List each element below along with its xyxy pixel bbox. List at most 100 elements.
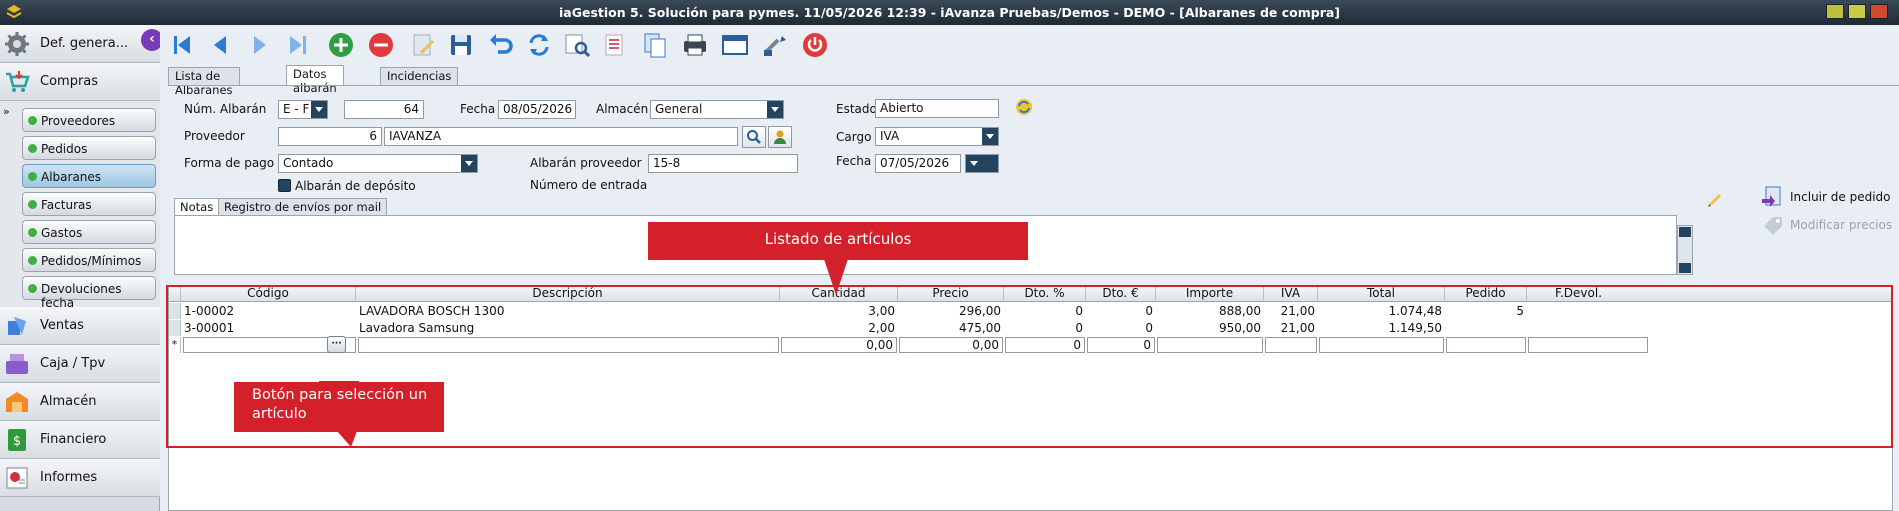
sidebar-item-proveedores[interactable]: Proveedores	[22, 108, 156, 132]
minimize-button[interactable]	[1826, 4, 1844, 19]
deposito-label: Albarán de depósito	[295, 179, 416, 193]
chevron-down-icon[interactable]	[982, 128, 998, 145]
status-dot-icon	[28, 256, 37, 265]
callout-pointer	[824, 259, 848, 295]
proveedor-label: Proveedor	[184, 129, 245, 143]
deposito-checkbox[interactable]	[278, 179, 291, 192]
serie-select[interactable]: E - F	[278, 100, 328, 119]
title-bar: iaGestion 5. Solución para pymes. 11/05/…	[0, 0, 1899, 25]
power-off-icon[interactable]	[800, 30, 830, 60]
status-dot-icon	[28, 116, 37, 125]
incluir-pedido-button[interactable]: Incluir de pedido	[1790, 190, 1891, 204]
money-icon: $	[8, 429, 26, 451]
sidebar-section-compras[interactable]: Compras	[0, 63, 160, 101]
search-icon	[747, 130, 761, 144]
tab-incidencias[interactable]: Incidencias	[380, 67, 459, 85]
proveedor-code-field[interactable]: 6	[278, 127, 382, 146]
sidebar-section-caja-tpv[interactable]: Caja / Tpv	[0, 345, 160, 383]
search-proveedor-button[interactable]	[742, 126, 766, 148]
numero-field[interactable]: 64	[344, 100, 424, 119]
tab-lista-albaranes[interactable]: Lista de Albaranes	[168, 67, 240, 97]
sidebar-item-pedidos-minimos[interactable]: Pedidos/Mínimos	[22, 248, 156, 272]
price-tag-icon	[1764, 217, 1782, 235]
sidebar-item-label: Albaranes	[41, 170, 102, 184]
first-record-icon[interactable]	[168, 30, 198, 60]
cargo-value: IVA	[880, 129, 900, 143]
serie-value: E - F	[283, 102, 310, 116]
close-window-button[interactable]	[1870, 4, 1888, 19]
sidebar-item-label: Facturas	[41, 198, 92, 212]
albaran-proveedor-field[interactable]: 15-8	[648, 154, 798, 173]
sidebar-item-devoluciones-fecha[interactable]: Devoluciones fecha	[22, 276, 156, 310]
sales-icon	[8, 317, 26, 335]
num-albaran-label: Núm. Albarán	[184, 102, 267, 116]
pencil-icon[interactable]	[1706, 189, 1724, 207]
callout-pointer	[337, 431, 357, 447]
fecha2-picker[interactable]	[965, 154, 999, 173]
previous-record-icon[interactable]	[206, 30, 236, 60]
svg-text:$: $	[13, 434, 21, 449]
notas-scrollbar[interactable]	[1677, 225, 1693, 275]
add-record-icon[interactable]	[326, 30, 356, 60]
chevron-down-icon[interactable]	[767, 101, 783, 118]
chevron-down-icon[interactable]	[311, 101, 327, 118]
chevron-down-icon[interactable]	[461, 155, 477, 172]
callout-text: Botón para selección un artículo	[252, 387, 428, 422]
maximize-button[interactable]	[1848, 4, 1866, 19]
collapse-icon[interactable]: »	[3, 105, 10, 118]
sidebar-section-label: Ventas	[40, 318, 84, 333]
sidebar-section-almacen[interactable]: Almacén	[0, 383, 160, 421]
user-icon	[774, 130, 786, 144]
chevron-down-icon[interactable]	[966, 155, 998, 172]
fecha-field[interactable]: 08/05/2026	[498, 100, 576, 119]
cart-icon	[6, 71, 30, 92]
sidebar-section-def-general[interactable]: Def. genera...	[0, 25, 160, 63]
proveedor-name-field[interactable]: IAVANZA	[384, 127, 738, 146]
next-record-icon[interactable]	[244, 30, 274, 60]
fecha2-field[interactable]: 07/05/2026	[875, 154, 961, 173]
sidebar-compras-items: » Proveedores Pedidos Albaranes Facturas…	[0, 101, 160, 327]
last-record-icon[interactable]	[282, 30, 312, 60]
sidebar-section-ventas[interactable]: Ventas	[0, 307, 160, 345]
sidebar-section-label: Def. genera...	[40, 36, 129, 51]
estado-field[interactable]: Abierto	[875, 99, 999, 118]
proveedor-detail-button[interactable]	[768, 126, 792, 148]
tools-icon[interactable]	[760, 30, 790, 60]
delete-record-icon[interactable]	[366, 30, 396, 60]
report-list-icon[interactable]	[600, 30, 630, 60]
refresh-icon[interactable]	[524, 30, 554, 60]
sidebar-item-albaranes[interactable]: Albaranes	[22, 164, 156, 188]
sidebar-item-pedidos[interactable]: Pedidos	[22, 136, 156, 160]
save-icon[interactable]	[446, 30, 476, 60]
scroll-up-icon[interactable]	[1679, 227, 1691, 237]
tab-notas[interactable]: Notas	[174, 198, 220, 215]
sync-icon[interactable]	[1015, 98, 1033, 116]
forma-pago-select[interactable]: Contado	[278, 154, 478, 173]
window-view-icon[interactable]	[720, 30, 750, 60]
search-list-icon[interactable]	[562, 30, 592, 60]
sidebar-section-label: Financiero	[40, 432, 107, 447]
almacen-value: General	[655, 102, 703, 116]
sidebar-item-label: Pedidos/Mínimos	[41, 254, 142, 268]
sidebar-item-facturas[interactable]: Facturas	[22, 192, 156, 216]
tab-datos-albaran[interactable]: Datos albarán	[286, 65, 344, 95]
sidebar-section-financiero[interactable]: $ Financiero	[0, 421, 160, 459]
undo-icon[interactable]	[486, 30, 516, 60]
copy-document-icon[interactable]	[640, 30, 670, 60]
sidebar-item-label: Proveedores	[41, 114, 116, 128]
gear-icon	[5, 32, 29, 56]
sidebar-item-gastos[interactable]: Gastos	[22, 220, 156, 244]
include-order-icon[interactable]	[1760, 185, 1784, 209]
almacen-select[interactable]: General	[650, 100, 784, 119]
almacen-label: Almacén	[596, 102, 649, 116]
print-icon[interactable]	[680, 30, 710, 60]
edit-icon[interactable]	[408, 30, 438, 60]
estado-label: Estado	[836, 102, 877, 116]
modificar-precios-button[interactable]: Modificar precios	[1790, 218, 1892, 232]
sidebar-section-informes[interactable]: Informes	[0, 459, 160, 497]
fecha-label: Fecha	[460, 102, 496, 116]
tab-registro-envios[interactable]: Registro de envíos por mail	[218, 198, 388, 215]
scroll-down-icon[interactable]	[1679, 263, 1691, 273]
cargo-select[interactable]: IVA	[875, 127, 999, 146]
status-dot-icon	[28, 228, 37, 237]
